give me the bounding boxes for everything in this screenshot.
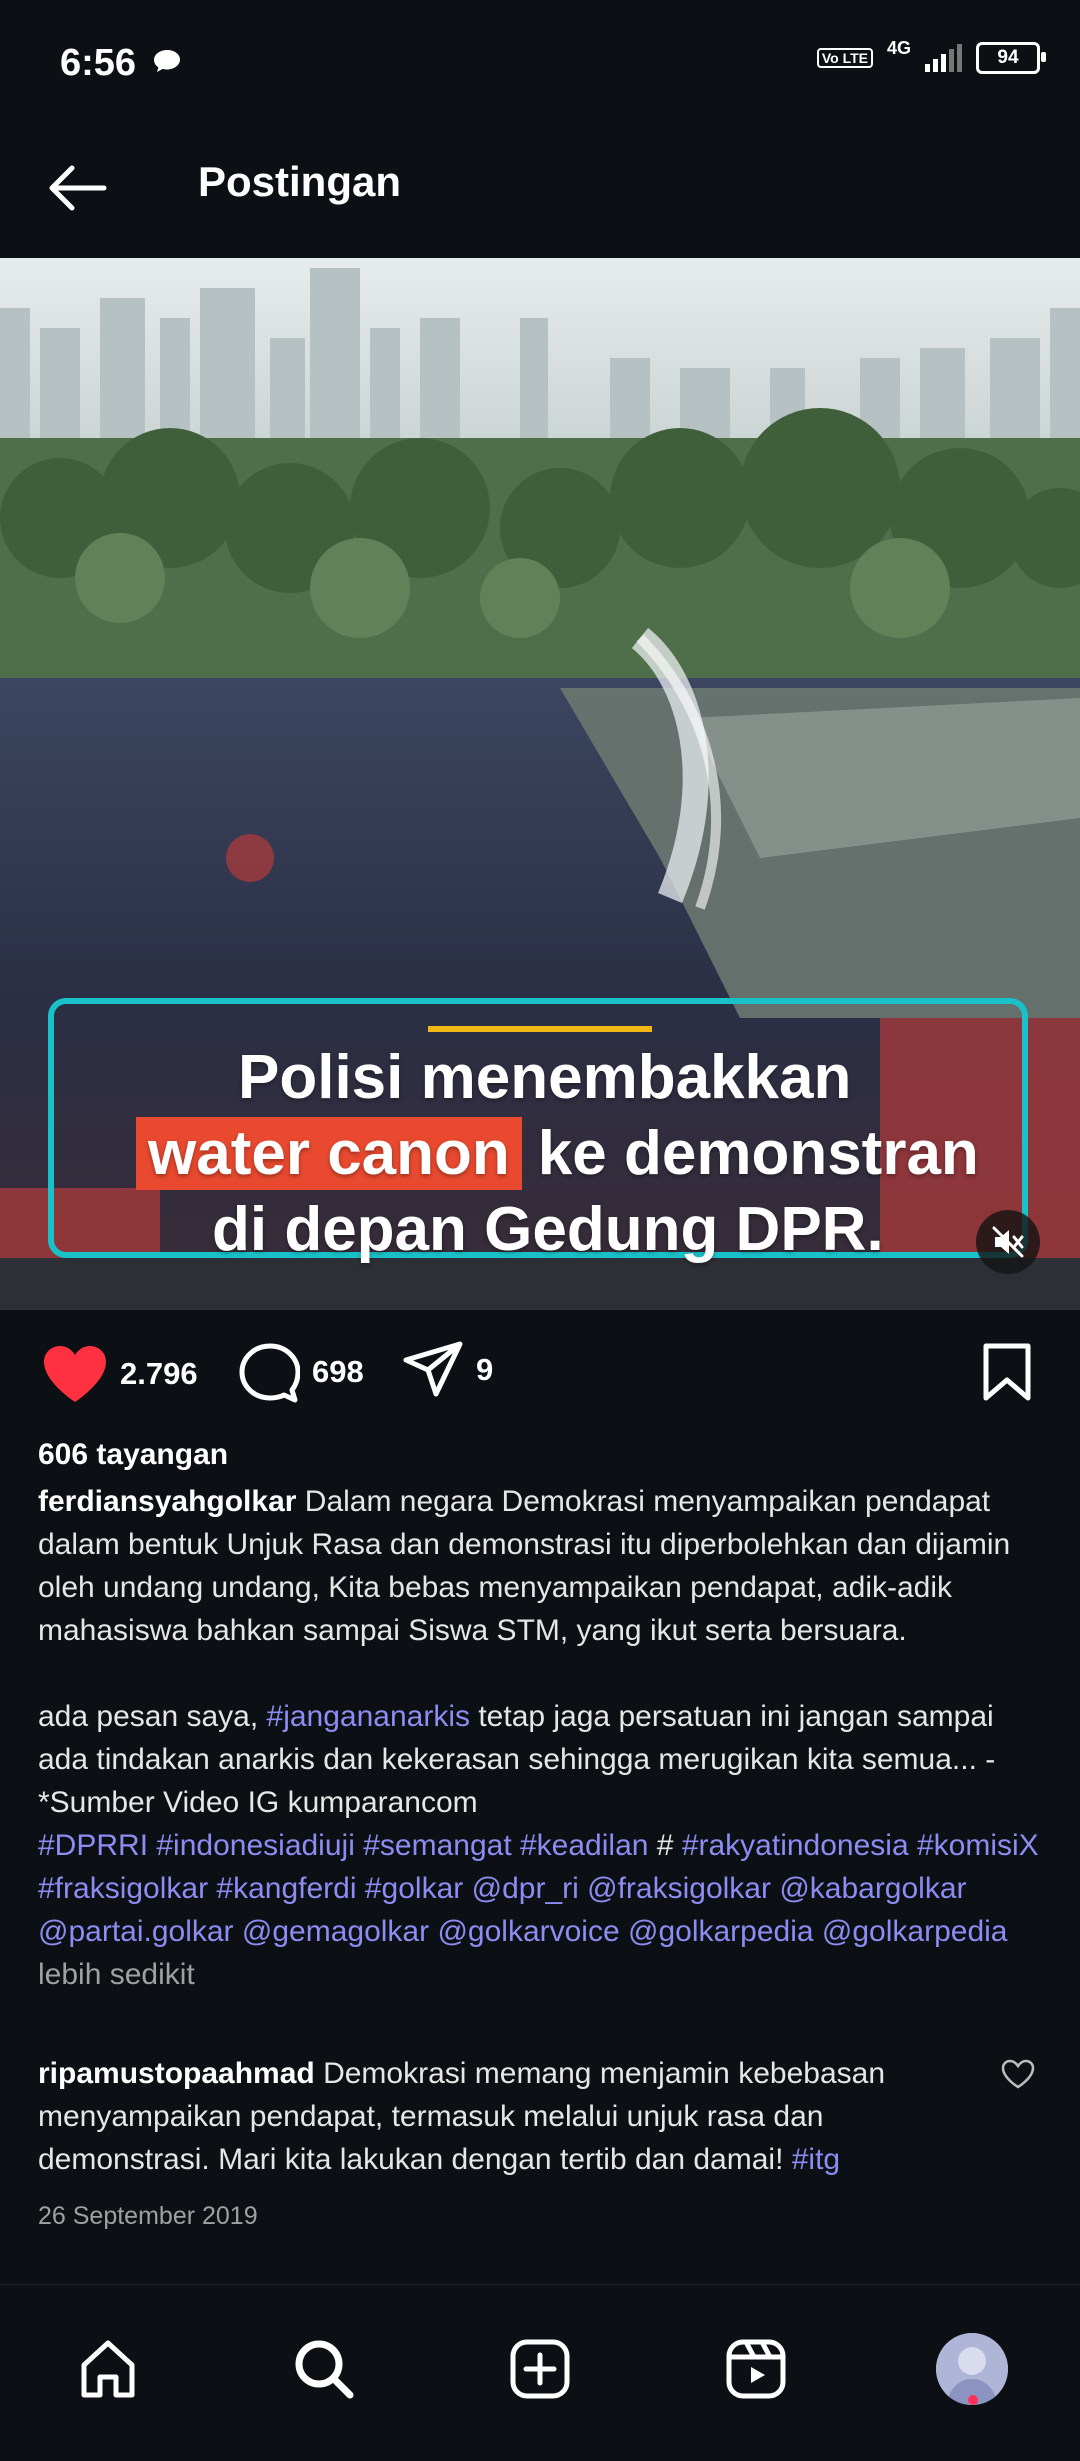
show-less-link[interactable]: lebih sedikit bbox=[38, 1958, 195, 1991]
comment-bubble-icon bbox=[239, 1343, 300, 1403]
hashtag-link[interactable]: #golkar bbox=[365, 1872, 463, 1905]
comment-button[interactable]: 698 bbox=[236, 1340, 364, 1404]
mention-link[interactable]: @dpr_ri bbox=[472, 1872, 579, 1905]
hash-symbol: # bbox=[656, 1829, 674, 1862]
caption-paragraph-1: ferdiansyahgolkar Dalam negara Demokrasi… bbox=[38, 1480, 1048, 1652]
chat-bubble-icon bbox=[154, 50, 180, 72]
mute-button[interactable] bbox=[976, 1210, 1040, 1274]
bookmark-icon[interactable] bbox=[982, 1342, 1032, 1402]
battery-icon: 94 bbox=[976, 42, 1046, 74]
caption-p2-prefix: ada pesan saya, bbox=[38, 1700, 267, 1733]
mention-link[interactable]: @fraksigolkar bbox=[587, 1872, 771, 1905]
hashtag-link[interactable]: #jangananarkis bbox=[267, 1700, 470, 1733]
mention-link[interactable]: @kabargolkar bbox=[779, 1872, 966, 1905]
hashtag-link[interactable]: #rakyatindonesia bbox=[682, 1829, 909, 1862]
hashtag-link[interactable]: #kangferdi bbox=[216, 1872, 356, 1905]
status-icons: Vo LTE 4G 94 bbox=[816, 38, 1046, 74]
post-actions: 2.796 698 9 bbox=[0, 1340, 1080, 1412]
post-video[interactable] bbox=[0, 258, 1080, 1310]
share-button[interactable]: 9 bbox=[402, 1340, 493, 1400]
bottom-nav bbox=[0, 2284, 1080, 2461]
mention-link[interactable]: @golkarvoice bbox=[437, 1915, 619, 1948]
status-bar: 6:56 Vo LTE 4G 94 bbox=[0, 0, 1080, 120]
hashtag-link[interactable]: #DPRRI bbox=[38, 1829, 148, 1862]
nav-reels[interactable] bbox=[720, 2333, 792, 2405]
page-title: Postingan bbox=[198, 158, 402, 205]
mention-link[interactable]: @gemagolkar bbox=[242, 1915, 429, 1948]
hashtag-link[interactable]: #komisiX bbox=[917, 1829, 1039, 1862]
heart-filled-icon bbox=[44, 1346, 106, 1402]
like-count: 2.796 bbox=[120, 1356, 198, 1391]
app-header: Postingan bbox=[0, 120, 1080, 256]
battery-level: 94 bbox=[997, 47, 1019, 68]
comment-username[interactable]: ripamustopaahmad bbox=[38, 2057, 315, 2090]
search-icon bbox=[295, 2340, 354, 2399]
home-icon bbox=[81, 2340, 135, 2398]
arrow-left-icon[interactable] bbox=[44, 160, 108, 216]
hashtag-link[interactable]: #keadilan bbox=[520, 1829, 648, 1862]
nav-search[interactable] bbox=[288, 2333, 360, 2405]
heart-outline-icon[interactable] bbox=[1000, 2058, 1036, 2090]
comment-count: 698 bbox=[312, 1354, 364, 1389]
create-icon bbox=[510, 2339, 570, 2399]
comment-item: ripamustopaahmad Demokrasi memang menjam… bbox=[38, 2052, 998, 2181]
status-time: 6:56 bbox=[60, 42, 137, 84]
post-caption: ferdiansyahgolkar Dalam negara Demokrasi… bbox=[38, 1480, 1048, 1996]
paper-plane-icon bbox=[403, 1341, 463, 1397]
caption-tags: #DPRRI #indonesiadiuji #semangat #keadil… bbox=[38, 1824, 1048, 1996]
hashtag-link[interactable]: #itg bbox=[792, 2143, 840, 2176]
mention-link[interactable]: @golkarpedia bbox=[822, 1915, 1008, 1948]
caption-frame bbox=[48, 998, 1028, 1258]
post-date: 26 September 2019 bbox=[38, 2202, 258, 2230]
post-username[interactable]: ferdiansyahgolkar bbox=[38, 1485, 296, 1518]
hashtag-link[interactable]: #fraksigolkar bbox=[38, 1872, 208, 1905]
hashtag-link[interactable]: #indonesiadiuji bbox=[156, 1829, 355, 1862]
share-count: 9 bbox=[476, 1352, 494, 1387]
nav-home[interactable] bbox=[72, 2333, 144, 2405]
nav-create[interactable] bbox=[504, 2333, 576, 2405]
mention-link[interactable]: @golkarpedia bbox=[628, 1915, 814, 1948]
mention-link[interactable]: @partai.golkar bbox=[38, 1915, 234, 1948]
caption-paragraph-2: ada pesan saya, #jangananarkis tetap jag… bbox=[38, 1695, 1048, 1824]
hashtag-link[interactable]: #semangat bbox=[363, 1829, 511, 1862]
signal-icon bbox=[925, 44, 962, 72]
view-count: 606 tayangan bbox=[38, 1438, 229, 1471]
notification-dot bbox=[968, 2395, 978, 2405]
network-type: 4G bbox=[886, 37, 911, 58]
speaker-muted-icon bbox=[992, 1226, 1024, 1258]
volte-icon: Vo LTE bbox=[816, 48, 873, 68]
reels-icon bbox=[726, 2339, 786, 2399]
like-button[interactable]: 2.796 bbox=[42, 1344, 198, 1404]
